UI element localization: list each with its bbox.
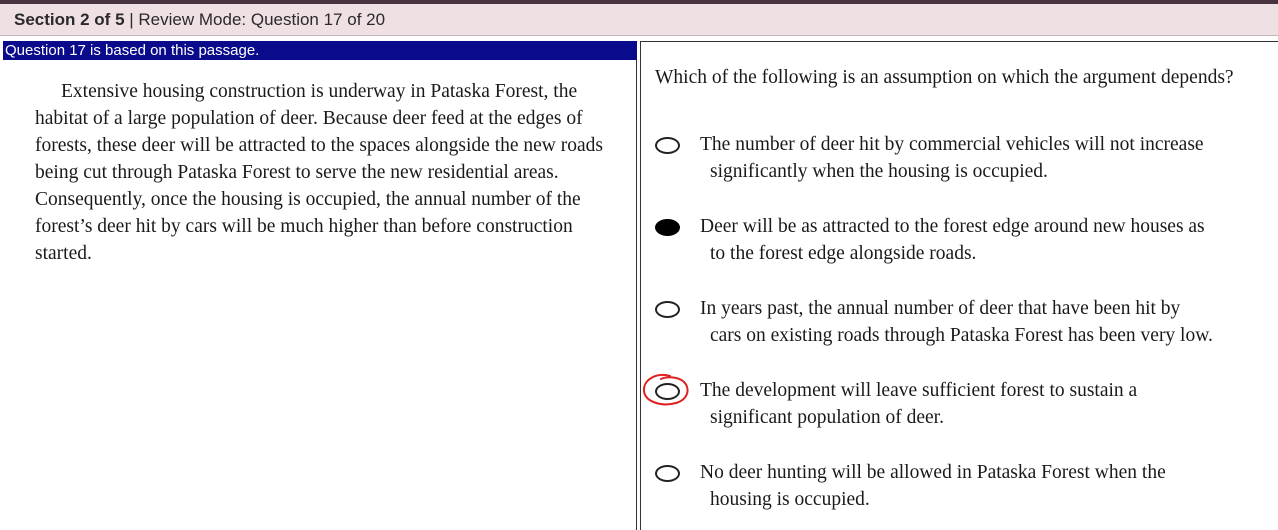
choice-text: The number of deer hit by commercial veh… [700, 131, 1270, 185]
question-panel[interactable]: Which of the following is an assumption … [641, 41, 1278, 530]
choice-line: significantly when the housing is occupi… [710, 161, 1048, 182]
radio-button[interactable] [655, 383, 680, 400]
radio-button[interactable] [655, 137, 680, 154]
radio-button[interactable] [655, 465, 680, 482]
choice-line: The development will leave sufficient fo… [700, 380, 1138, 401]
choice-text: Deer will be as attracted to the forest … [700, 213, 1270, 267]
choice-line: No deer hunting will be allowed in Patas… [700, 462, 1166, 483]
choice-line: to the forest edge alongside roads. [710, 243, 977, 264]
choice-line: housing is occupied. [710, 489, 870, 510]
choice-line: In years past, the annual number of deer… [700, 298, 1181, 319]
section-header: Section 2 of 5 | Review Mode: Question 1… [0, 4, 1278, 36]
review-mode-label: Review Mode: Question 17 of 20 [138, 10, 386, 29]
choice-text: The development will leave sufficient fo… [700, 377, 1270, 431]
question-stem: Which of the following is an assumption … [655, 67, 1234, 88]
choice-text: In years past, the annual number of deer… [700, 295, 1270, 349]
choice-line: The number of deer hit by commercial veh… [700, 134, 1204, 155]
radio-button-selected[interactable] [655, 219, 680, 236]
passage-title-bar: Question 17 is based on this passage. [3, 41, 637, 60]
choice-line: significant population of deer. [710, 407, 944, 428]
radio-button[interactable] [655, 301, 680, 318]
choice-line: cars on existing roads through Pataska F… [710, 325, 1213, 346]
choice-text: No deer hunting will be allowed in Patas… [700, 459, 1270, 513]
choice-line: Deer will be as attracted to the forest … [700, 216, 1205, 237]
header-separator: | [124, 10, 139, 29]
passage-text: Extensive housing construction is underw… [35, 81, 604, 264]
section-label: Section 2 of 5 [14, 10, 125, 29]
passage-panel[interactable]: Question 17 is based on this passage. Ex… [3, 41, 637, 530]
